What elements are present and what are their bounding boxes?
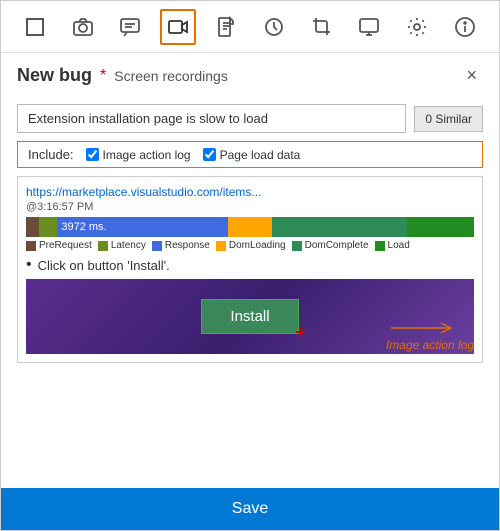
- legend-domloading: DomLoading: [216, 240, 286, 251]
- tile-url-link[interactable]: https://marketplace.visualstudio.com/ite…: [26, 185, 474, 199]
- main-content: 0 Similar Include: Image action log Page…: [1, 94, 499, 488]
- response-bar: 3972 ms.: [57, 217, 227, 237]
- save-button[interactable]: Save: [1, 488, 499, 530]
- legend-latency: Latency: [98, 240, 146, 251]
- toolbar: [1, 1, 499, 53]
- load-label: Load: [388, 240, 410, 251]
- include-row: Include: Image action log Page load data: [17, 141, 483, 168]
- response-label: Response: [165, 240, 210, 251]
- document-icon[interactable]: [208, 9, 244, 45]
- cursor-cross-icon: +: [295, 323, 306, 341]
- image-action-log-checkbox[interactable]: [86, 148, 99, 161]
- legend-response: Response: [152, 240, 210, 251]
- domloading-label: DomLoading: [229, 240, 286, 251]
- rectangle-icon[interactable]: [17, 9, 53, 45]
- legend-domcomplete: DomComplete: [292, 240, 369, 251]
- video-icon[interactable]: [160, 9, 196, 45]
- image-action-annotation-text: Image action log: [386, 338, 474, 352]
- prerequest-bar: [26, 217, 39, 237]
- close-button[interactable]: ×: [460, 63, 483, 88]
- domloading-bar: [228, 217, 273, 237]
- domcomplete-bar: [272, 217, 406, 237]
- page-subtitle: Screen recordings: [114, 68, 228, 84]
- bar-legend: PreRequest Latency Response DomLoading D…: [26, 240, 474, 251]
- image-action-arrow-icon: [386, 320, 456, 336]
- latency-label: Latency: [111, 240, 146, 251]
- required-star: *: [100, 67, 106, 85]
- image-action-annotation: Image action log: [386, 320, 474, 352]
- page-load-data-label: Page load data: [220, 148, 301, 162]
- load-bar: [407, 217, 474, 237]
- image-action-log-checkbox-item[interactable]: Image action log: [86, 148, 191, 162]
- domcomplete-label: DomComplete: [305, 240, 369, 251]
- duration-label: 3972 ms.: [57, 221, 110, 233]
- camera-icon[interactable]: [65, 9, 101, 45]
- tile-time: @3:16:57 PM: [26, 201, 474, 213]
- comment-icon[interactable]: [112, 9, 148, 45]
- bar-chart: 3972 ms.: [26, 217, 474, 237]
- page-load-data-checkbox-item[interactable]: Page load data: [203, 148, 301, 162]
- monitor-icon[interactable]: [351, 9, 387, 45]
- image-action-log-label: Image action log: [103, 148, 191, 162]
- page-load-data-checkbox[interactable]: [203, 148, 216, 161]
- latency-dot: [98, 241, 108, 251]
- crop-icon[interactable]: [304, 9, 340, 45]
- load-dot: [375, 241, 385, 251]
- recording-panel: https://marketplace.visualstudio.com/ite…: [17, 176, 483, 363]
- clock-icon[interactable]: [256, 9, 292, 45]
- domloading-dot: [216, 241, 226, 251]
- info-icon[interactable]: [447, 9, 483, 45]
- prerequest-label: PreRequest: [39, 240, 92, 251]
- gear-icon[interactable]: [399, 9, 435, 45]
- header-row: New bug * Screen recordings ×: [1, 53, 499, 94]
- domcomplete-dot: [292, 241, 302, 251]
- page-title: New bug: [17, 65, 92, 86]
- install-label: Install: [230, 308, 269, 325]
- install-button-mock: Install +: [201, 299, 298, 334]
- action-log-text: • Click on button 'Install'.: [26, 257, 474, 273]
- similar-button[interactable]: 0 Similar: [414, 106, 483, 132]
- include-label: Include:: [28, 147, 74, 162]
- search-input[interactable]: [17, 104, 406, 133]
- response-dot: [152, 241, 162, 251]
- legend-load: Load: [375, 240, 410, 251]
- legend-prerequest: PreRequest: [26, 240, 92, 251]
- bullet-icon: •: [26, 257, 32, 273]
- action-description: Click on button 'Install'.: [38, 258, 170, 273]
- search-row: 0 Similar: [17, 104, 483, 133]
- page-load-tile: https://marketplace.visualstudio.com/ite…: [26, 185, 474, 251]
- latency-bar: [39, 217, 57, 237]
- prerequest-dot: [26, 241, 36, 251]
